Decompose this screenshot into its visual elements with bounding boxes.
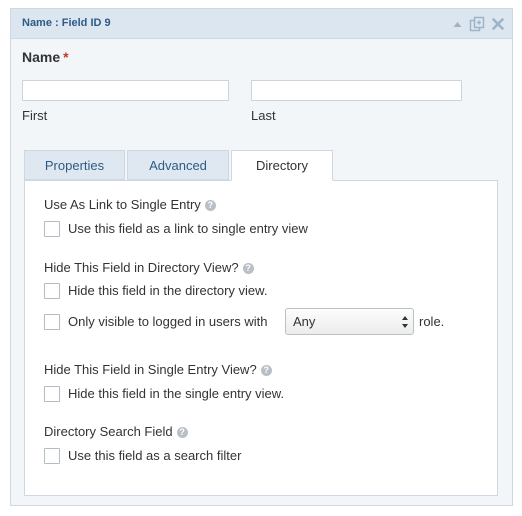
panel-header: Name : Field ID 9 [11, 9, 512, 39]
logged-in-only-checkbox[interactable] [44, 314, 60, 330]
link-to-entry-label: Use this field as a link to single entry… [68, 221, 308, 236]
hide-single-checkbox[interactable] [44, 386, 60, 402]
tab-advanced[interactable]: Advanced [127, 150, 229, 180]
field-settings-panel: Name : Field ID 9 Name * First Last Prop… [10, 8, 513, 506]
tab-properties[interactable]: Properties [24, 150, 125, 180]
delete-icon[interactable] [492, 18, 504, 30]
select-arrows-icon [401, 313, 409, 329]
collapse-arrow-icon[interactable] [453, 21, 462, 28]
role-suffix: role. [419, 314, 445, 329]
header-icons [453, 16, 504, 32]
hide-directory-checkbox[interactable] [44, 283, 60, 299]
logged-in-only-label: Only visible to logged in users with [68, 314, 268, 329]
help-icon[interactable]: ? [204, 200, 216, 211]
link-to-entry-checkbox[interactable] [44, 221, 60, 237]
panel-title: Name : Field ID 9 [22, 17, 111, 29]
directory-tab-content: Use As Link to Single Entry? Use this fi… [24, 180, 498, 496]
tab-directory[interactable]: Directory [231, 150, 333, 181]
field-label-text: Name [22, 49, 61, 65]
search-filter-label: Use this field as a search filter [68, 448, 242, 463]
hide-directory-title-text: Hide This Field in Directory View? [44, 260, 239, 275]
hide-directory-label: Hide this field in the directory view. [68, 283, 268, 298]
link-section-title: Use As Link to Single Entry? [44, 197, 216, 212]
last-name-label: Last [251, 108, 276, 123]
duplicate-icon[interactable] [469, 16, 485, 32]
search-filter-checkbox[interactable] [44, 448, 60, 464]
field-label: Name * [22, 49, 69, 65]
search-section-title-text: Directory Search Field [44, 424, 173, 439]
first-name-input[interactable] [22, 80, 229, 101]
link-section-title-text: Use As Link to Single Entry [44, 197, 201, 212]
role-select-value: Any [293, 314, 316, 329]
required-asterisk: * [63, 49, 69, 65]
help-icon[interactable]: ? [242, 263, 254, 274]
hide-single-section-title: Hide This Field in Single Entry View?? [44, 362, 272, 377]
search-section-title: Directory Search Field? [44, 424, 188, 439]
last-name-input[interactable] [251, 80, 462, 101]
help-icon[interactable]: ? [176, 427, 188, 438]
hide-single-label: Hide this field in the single entry view… [68, 386, 285, 401]
role-select[interactable]: Any [285, 308, 414, 335]
help-icon[interactable]: ? [260, 365, 272, 376]
hide-directory-section-title: Hide This Field in Directory View?? [44, 260, 254, 275]
first-name-label: First [22, 108, 48, 123]
hide-single-title-text: Hide This Field in Single Entry View? [44, 362, 257, 377]
